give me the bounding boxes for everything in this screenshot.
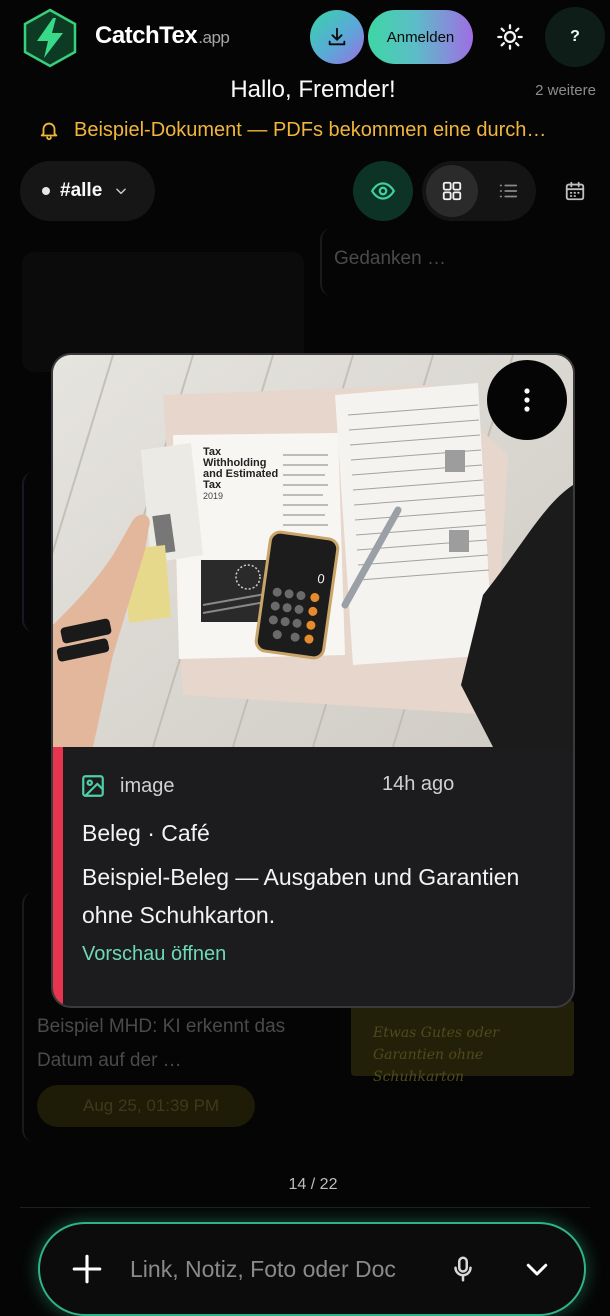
brand-name-text: CatchTex xyxy=(95,22,198,49)
image-icon xyxy=(82,775,104,797)
more-notifications-link[interactable]: 2 weitere xyxy=(535,82,596,99)
tax-doc-year: 2019 xyxy=(203,491,223,501)
background-note-card: Etwas Gutes oder Garantien ohne Schuhkar… xyxy=(351,1000,574,1085)
card-more-options-button[interactable] xyxy=(487,360,567,440)
background-reminder-badge: Aug 25, 01:39 PM xyxy=(37,1085,255,1127)
card-type-text: image xyxy=(120,774,175,797)
view-mode-toggle xyxy=(422,161,536,221)
theme-toggle-button[interactable] xyxy=(488,14,532,60)
card-description: Beispiel-Beleg — Ausgaben und Garantien … xyxy=(82,864,520,928)
bell-icon xyxy=(40,122,58,141)
tag-filter-dropdown[interactable]: #alle xyxy=(20,161,155,221)
download-button[interactable] xyxy=(310,10,364,64)
list-view-button[interactable] xyxy=(482,165,534,217)
background-card-text: Gedanken … xyxy=(334,248,446,269)
brand-suffix: .app xyxy=(198,28,230,47)
calendar-button[interactable] xyxy=(553,170,597,212)
grid-view-button[interactable] xyxy=(426,165,478,217)
help-button[interactable]: ? xyxy=(545,7,605,67)
greeting-text: Hallo, Fremder! xyxy=(230,76,396,103)
catchtex-logo-icon[interactable] xyxy=(20,8,80,68)
card-timestamp: 14h ago xyxy=(382,773,455,795)
chevron-down-icon xyxy=(116,188,127,195)
capture-input[interactable] xyxy=(130,1248,430,1290)
capture-composer xyxy=(38,1222,586,1316)
more-vertical-icon xyxy=(524,388,530,412)
open-preview-link[interactable]: Vorschau öffnen xyxy=(82,943,226,966)
background-card-text: Beispiel MHD: KI erkennt das Datum auf d… xyxy=(37,1016,286,1071)
app-header: CatchTex.app Anmelden ? xyxy=(0,0,610,76)
eye-icon xyxy=(371,182,395,200)
list-icon xyxy=(499,184,518,198)
login-button[interactable]: Anmelden xyxy=(368,10,473,64)
card-title: Beleg · Café xyxy=(82,820,210,846)
preview-toggle-button[interactable] xyxy=(353,161,413,221)
card-accent-bar xyxy=(53,747,63,1006)
announcement-banner[interactable]: Beispiel-Dokument — PDFs bekommen eine d… xyxy=(38,116,598,144)
download-icon xyxy=(328,27,346,46)
card-type-label: image xyxy=(80,772,174,800)
composer-divider xyxy=(20,1207,590,1208)
grid-icon xyxy=(442,181,462,201)
page-indicator: 14 / 22 xyxy=(288,1176,338,1193)
sun-icon xyxy=(497,24,523,50)
background-reminder-text: Aug 25, 01:39 PM xyxy=(83,1096,220,1115)
add-icon[interactable] xyxy=(70,1252,104,1286)
microphone-icon[interactable] xyxy=(448,1254,478,1284)
background-card xyxy=(22,472,52,632)
filter-dot-icon xyxy=(42,187,50,195)
brand-name[interactable]: CatchTex.app xyxy=(95,22,230,50)
announcement-text: Beispiel-Dokument — PDFs bekommen eine d… xyxy=(74,118,547,141)
chevron-down-icon[interactable] xyxy=(520,1254,554,1284)
tag-filter-label: #alle xyxy=(60,180,103,201)
calendar-icon xyxy=(565,181,585,201)
